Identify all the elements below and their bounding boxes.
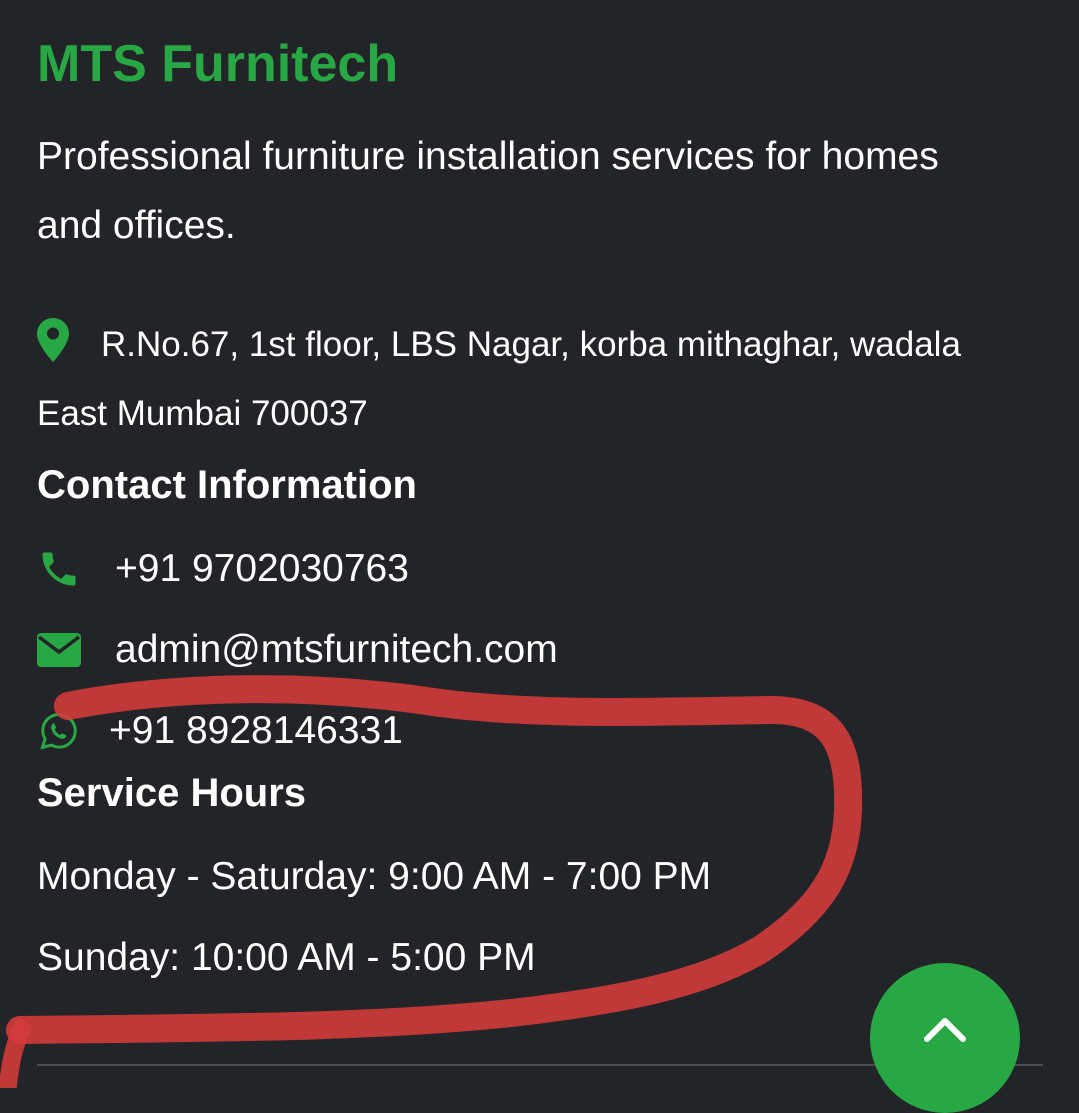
contact-whatsapp[interactable]: +91 8928146331: [37, 706, 403, 756]
email-address[interactable]: admin@mtsfurnitech.com: [115, 628, 558, 672]
address-text: R.No.67, 1st floor, LBS Nagar, korba mit…: [37, 325, 961, 433]
contact-email[interactable]: admin@mtsfurnitech.com: [37, 625, 558, 675]
address: R.No.67, 1st floor, LBS Nagar, korba mit…: [37, 310, 1037, 448]
brand-name: MTS Furnitech: [37, 35, 399, 93]
phone-number[interactable]: +91 9702030763: [115, 547, 409, 591]
whatsapp-icon: [37, 709, 81, 753]
contact-heading: Contact Information: [37, 463, 417, 507]
whatsapp-number[interactable]: +91 8928146331: [109, 709, 403, 753]
chevron-up-icon: [924, 1018, 966, 1042]
envelope-icon: [37, 628, 81, 672]
contact-phone[interactable]: +91 9702030763: [37, 544, 409, 594]
phone-icon: [37, 547, 81, 591]
map-marker-icon: [37, 316, 69, 362]
hours-sunday: Sunday: 10:00 AM - 5:00 PM: [37, 936, 536, 979]
hours-weekdays: Monday - Saturday: 9:00 AM - 7:00 PM: [37, 855, 712, 898]
tagline: Professional furniture installation serv…: [37, 135, 939, 247]
service-hours-heading: Service Hours: [37, 771, 307, 815]
scroll-to-top-button[interactable]: [870, 963, 1020, 1113]
